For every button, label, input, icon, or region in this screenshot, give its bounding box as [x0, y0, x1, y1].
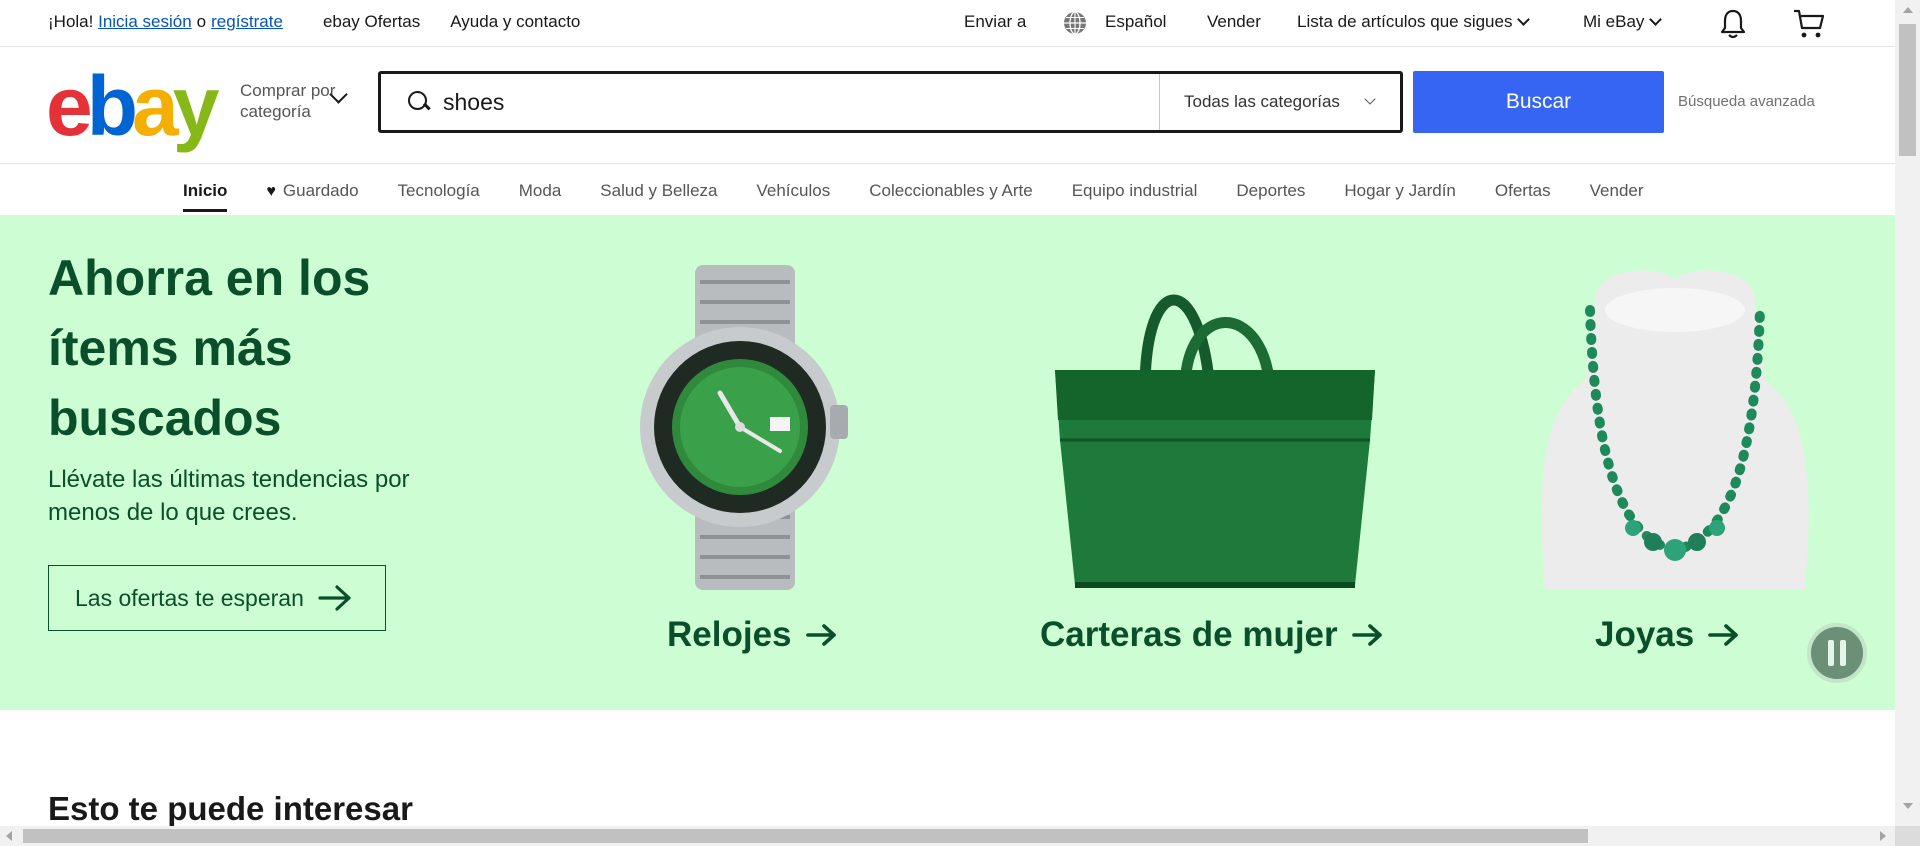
category-select[interactable]: Todas las categorías [1159, 74, 1400, 130]
language-label: Español [1105, 12, 1167, 31]
nav-label: Vender [1589, 181, 1644, 200]
daily-deals-link[interactable]: ebay Ofertas [323, 12, 420, 32]
logo-letter-e: e [46, 59, 93, 153]
arrow-right-icon [1708, 624, 1739, 646]
my-ebay-dropdown[interactable]: Mi eBay [1583, 12, 1663, 32]
tile-label: Carteras de mujer [1040, 615, 1338, 654]
or-text: o [196, 12, 207, 31]
top-utility-bar: ¡Hola! Inicia sesión o regístrate ebay Ofe… [0, 0, 1895, 47]
nav-label: Inicio [183, 181, 228, 200]
nav-item-sell[interactable]: Vender [1590, 181, 1644, 201]
watchlist-dropdown[interactable]: Lista de artículos que sigues [1297, 12, 1531, 32]
scroll-right-icon[interactable] [1880, 831, 1886, 841]
scroll-down-icon[interactable] [1903, 803, 1913, 809]
scroll-left-icon[interactable] [6, 831, 12, 841]
pause-icon-bar [1840, 640, 1846, 666]
logo-letter-b: b [86, 59, 138, 153]
hero-title: Ahorra en los ítems más buscados [48, 250, 371, 446]
handbag-image[interactable] [1050, 270, 1380, 600]
greeting: ¡Hola! [48, 12, 94, 31]
sell-label: Vender [1207, 12, 1261, 31]
nav-item-collectibles[interactable]: Coleccionables y Arte [869, 181, 1032, 201]
nav-label: Equipo industrial [1071, 181, 1198, 200]
category-nav: Inicio ♥ Guardado Tecnología Moda Salud y… [0, 165, 1895, 215]
advanced-search-link[interactable]: Búsqueda avanzada [1678, 93, 1815, 110]
shop-by-category-line2: categoría [240, 102, 311, 121]
nav-item-fashion[interactable]: Moda [519, 181, 562, 201]
hero-subtitle: Llévate las últimas tendencias por menos… [48, 466, 410, 526]
pause-carousel-button[interactable] [1807, 623, 1867, 683]
deals-cta-button[interactable]: Las ofertas te esperan [48, 565, 386, 631]
shop-by-category-line1: Comprar por [240, 81, 336, 100]
nav-label: Deportes [1236, 181, 1306, 200]
top-left-links: ¡Hola! Inicia sesión o regístrate ebay Ofe… [48, 12, 580, 32]
ship-to-link[interactable]: Enviar a [964, 12, 1026, 32]
nav-item-home[interactable]: Inicio [183, 181, 228, 212]
sell-link[interactable]: Vender [1207, 12, 1261, 32]
hero-banner: Ahorra en los ítems más buscados Llévate… [0, 215, 1895, 710]
language-selector[interactable]: Español [1105, 12, 1166, 32]
register-link[interactable]: regístrate [211, 12, 283, 32]
ebay-logo[interactable]: ebay [46, 64, 219, 148]
tile-label: Relojes [667, 615, 792, 654]
nav-item-deals[interactable]: Ofertas [1495, 181, 1551, 201]
nav-item-vehicles[interactable]: Vehículos [756, 181, 830, 201]
tile-label: Joyas [1595, 615, 1695, 654]
watchlist-label: Lista de artículos que sigues [1297, 12, 1513, 31]
arrow-right-icon [1351, 624, 1382, 646]
nav-label: Tecnología [397, 181, 480, 200]
nav-label: Ofertas [1494, 181, 1551, 200]
nav-item-home-garden[interactable]: Hogar y Jardín [1344, 181, 1456, 201]
search-box: Todas las categorías [378, 71, 1403, 133]
nav-label: Vehículos [756, 181, 831, 200]
nav-item-sports[interactable]: Deportes [1236, 181, 1305, 201]
globe-icon[interactable] [1061, 9, 1089, 37]
search-icon [407, 90, 431, 114]
arrow-right-icon [805, 624, 836, 646]
shop-by-category-button[interactable]: Comprar por categoría [240, 80, 348, 122]
scrollbar-corner [1895, 826, 1920, 846]
nav-label: Coleccionables y Arte [869, 181, 1033, 200]
heart-icon: ♥ [266, 183, 276, 200]
logo-letter-a: a [132, 59, 179, 153]
horizontal-scrollbar[interactable] [0, 826, 1895, 846]
search-button[interactable]: Buscar [1413, 71, 1664, 133]
chevron-down-icon [1364, 93, 1376, 105]
pause-icon-bar [1828, 640, 1834, 666]
tile-handbags-link[interactable]: Carteras de mujer [1040, 615, 1384, 655]
my-ebay-label: Mi eBay [1583, 12, 1645, 31]
scrollbar-thumb[interactable] [1899, 24, 1916, 156]
logo-letter-y: y [172, 59, 220, 153]
nav-label: Salud y Belleza [600, 181, 718, 200]
signin-link[interactable]: Inicia sesión [98, 12, 192, 32]
nav-item-industrial[interactable]: Equipo industrial [1072, 181, 1198, 201]
help-contact-link[interactable]: Ayuda y contacto [450, 12, 580, 32]
section-title: Esto te puede interesar [48, 790, 413, 827]
scroll-up-icon[interactable] [1903, 7, 1913, 13]
main-header: ebay Comprar por categoría Todas las cat… [0, 48, 1895, 164]
watch-image[interactable] [640, 265, 850, 595]
search-input[interactable] [443, 88, 1143, 116]
chevron-down-icon [1517, 12, 1531, 26]
nav-label: Moda [518, 181, 562, 200]
nav-label: Guardado [282, 181, 359, 200]
nav-label: Hogar y Jardín [1344, 181, 1456, 200]
category-select-value: Todas las categorías [1184, 92, 1340, 111]
cart-icon[interactable] [1792, 8, 1826, 40]
vertical-scrollbar[interactable] [1895, 0, 1920, 826]
bell-icon[interactable] [1718, 8, 1748, 40]
ship-to-label: Enviar a [964, 12, 1027, 31]
nav-item-technology[interactable]: Tecnología [398, 181, 480, 201]
nav-item-saved[interactable]: ♥ Guardado [266, 181, 358, 201]
chevron-down-icon [1649, 12, 1663, 26]
necklace-image[interactable] [1535, 270, 1815, 595]
tile-watches-link[interactable]: Relojes [667, 615, 838, 655]
tile-jewelry-link[interactable]: Joyas [1595, 615, 1740, 655]
nav-item-health-beauty[interactable]: Salud y Belleza [600, 181, 717, 201]
cta-label: Las ofertas te esperan [75, 584, 304, 611]
arrow-right-icon [318, 585, 351, 611]
scrollbar-thumb[interactable] [23, 829, 1588, 843]
